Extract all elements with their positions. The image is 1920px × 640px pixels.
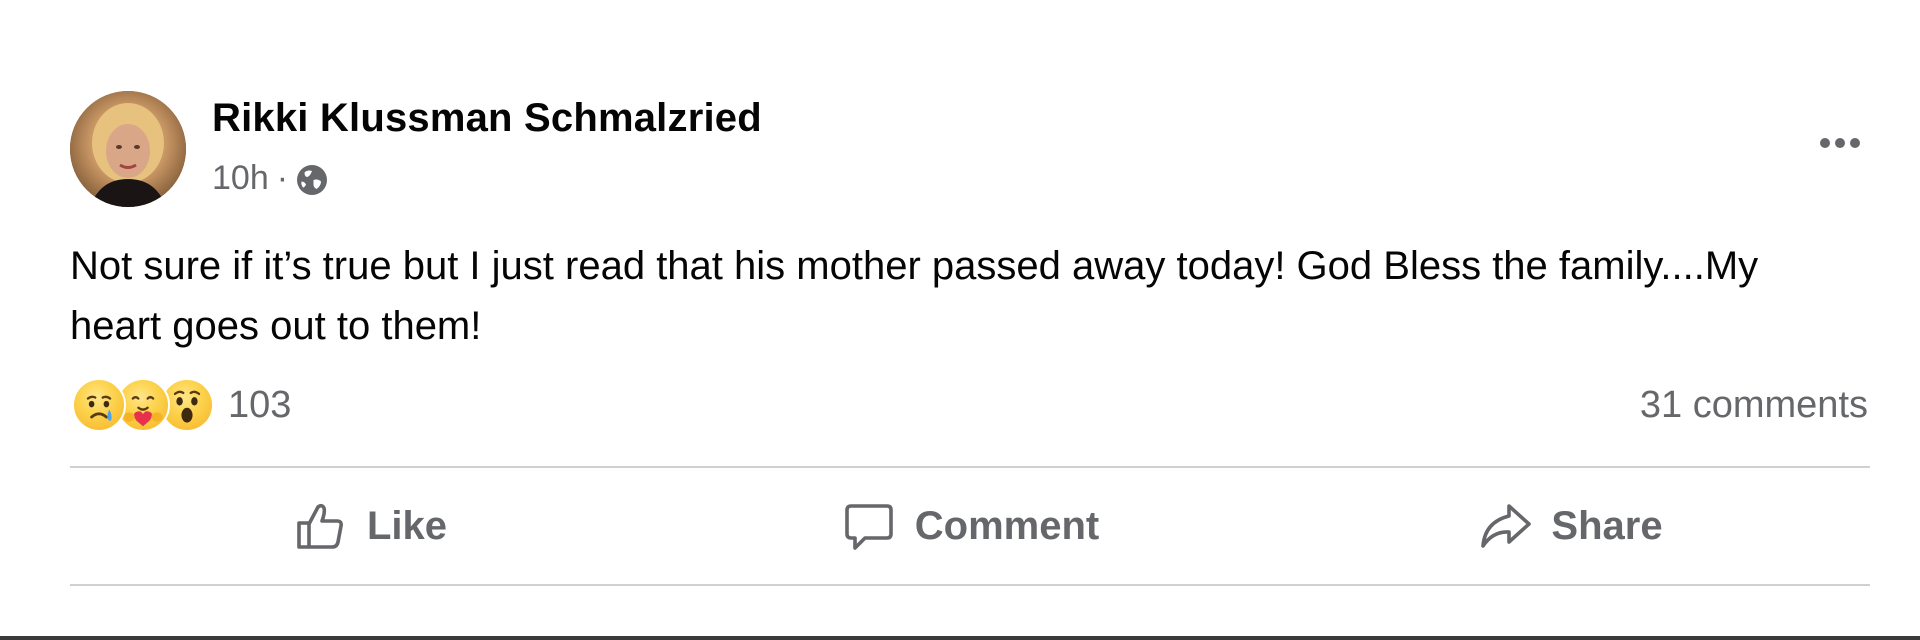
share-label: Share (1551, 503, 1663, 548)
more-icon-dot (1835, 138, 1845, 148)
more-icon-dot (1850, 138, 1860, 148)
divider (70, 466, 1870, 468)
post-actions: Like Comment Share (70, 470, 1870, 582)
post-timestamp[interactable]: 10h (212, 159, 269, 198)
author-avatar[interactable] (70, 91, 186, 207)
sad-reaction-icon (72, 378, 126, 432)
facebook-post: Rikki Klussman Schmalzried 10h · Not sur… (0, 0, 1920, 636)
post-meta: 10h · (212, 158, 330, 198)
page-bottom-border (0, 636, 1920, 640)
comment-label: Comment (914, 503, 1100, 548)
more-icon (1820, 138, 1830, 148)
meta-separator: · (276, 158, 289, 197)
more-options-button[interactable] (1810, 120, 1870, 166)
post-text: Not sure if it’s true but I just read th… (70, 244, 1759, 348)
thumbs-up-icon (297, 503, 343, 549)
like-label: Like (366, 503, 448, 548)
comment-bubble-icon (844, 504, 893, 550)
author-name[interactable]: Rikki Klussman Schmalzried (212, 96, 762, 141)
globe-icon (294, 162, 330, 198)
share-button[interactable]: Share (1270, 470, 1870, 582)
reactions-summary[interactable]: 103 (72, 378, 291, 432)
share-arrow-icon (1481, 504, 1532, 548)
reaction-count: 103 (228, 383, 292, 426)
avatar-photo (70, 91, 186, 207)
comment-button[interactable]: Comment (670, 470, 1270, 582)
comments-count[interactable]: 31 comments (1640, 384, 1868, 427)
divider (70, 584, 1870, 586)
like-button[interactable]: Like (70, 470, 670, 582)
